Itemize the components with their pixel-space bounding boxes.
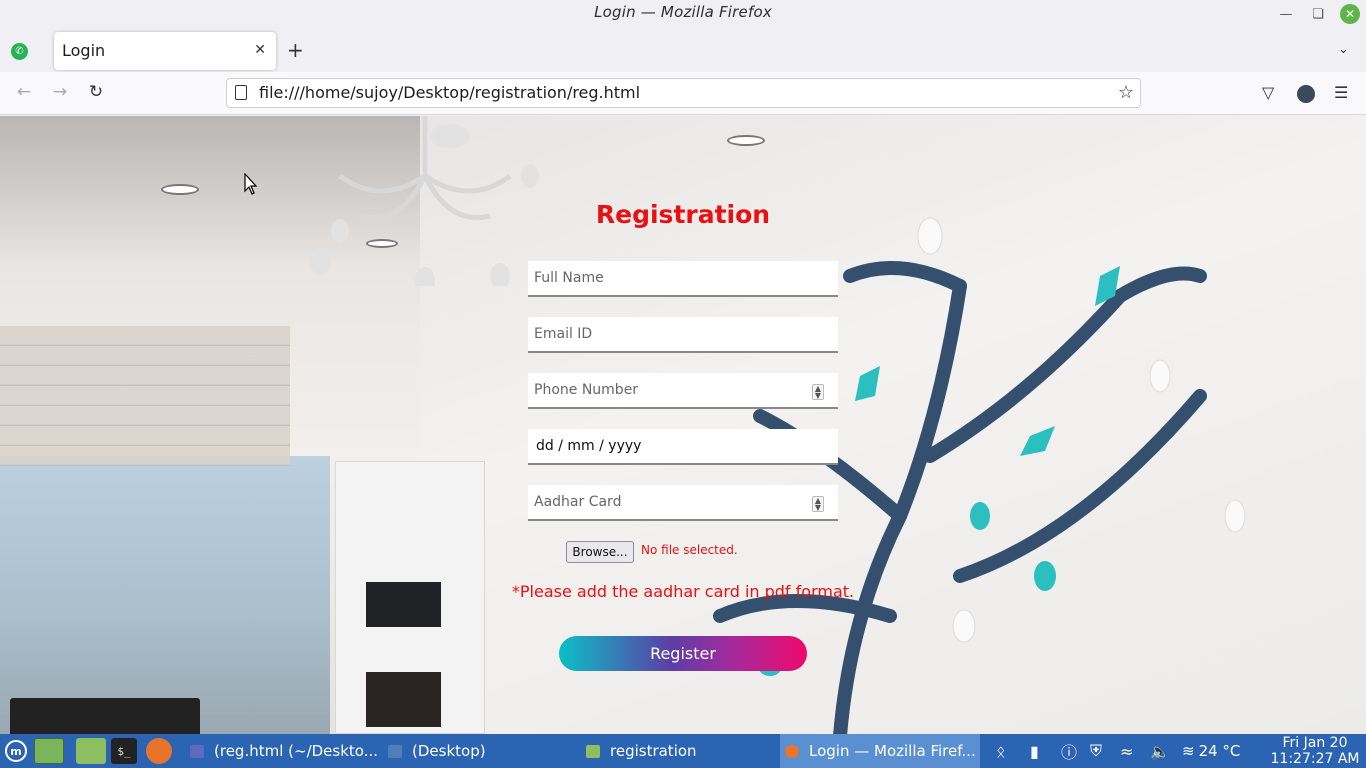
aadhar-field-wrapper: ▲▼	[528, 485, 838, 521]
mouse-cursor-icon	[244, 173, 258, 195]
list-tabs-chevron-icon[interactable]: ⌄	[1338, 42, 1349, 57]
taskbar-item-label: registration	[610, 742, 697, 760]
account-avatar-icon[interactable]	[1297, 85, 1315, 103]
pocket-icon[interactable]: ▽	[1262, 83, 1274, 102]
taskbar-item-label: Login — Mozilla Firef...	[809, 742, 976, 760]
tab-label: Login	[62, 41, 106, 60]
weather-temperature: 24 °C	[1198, 742, 1241, 760]
phone-number-field[interactable]	[528, 373, 838, 409]
weather-icon: ≋	[1182, 742, 1195, 760]
aadhar-format-note: *Please add the aadhar card in pdf forma…	[511, 582, 855, 601]
registration-title: Registration	[595, 200, 771, 229]
tab-login[interactable]: Login ✕	[54, 32, 276, 70]
file-status-text: No file selected.	[641, 543, 738, 557]
back-arrow-icon[interactable]: ←	[13, 82, 35, 102]
text-editor-icon	[190, 744, 204, 758]
bookmark-star-icon[interactable]: ☆	[1118, 82, 1134, 103]
taskbar-item-desktop[interactable]: (Desktop)	[388, 734, 568, 768]
clock-date: Fri Jan 20	[1282, 735, 1348, 751]
register-button[interactable]: Register	[559, 636, 807, 671]
ceiling-light	[727, 135, 765, 146]
whatsapp-icon[interactable]: ✆	[11, 43, 28, 60]
taskbar-item-registration[interactable]: registration	[586, 734, 771, 768]
page-icon	[235, 85, 247, 100]
bluetooth-icon[interactable]: ᛟ	[996, 734, 1006, 768]
window-title: Login — Mozilla Firefox	[594, 3, 772, 21]
maximize-icon[interactable]: ❏	[1308, 4, 1328, 24]
books	[366, 582, 441, 627]
weather-widget[interactable]: ≋ 24 °C	[1182, 734, 1240, 768]
url-text[interactable]: file:///home/sujoy/Desktop/registration/…	[259, 83, 640, 102]
ceiling-light	[161, 184, 199, 195]
url-bar[interactable]: file:///home/sujoy/Desktop/registration/…	[226, 78, 1141, 108]
taskbar-item-label: (Desktop)	[412, 742, 486, 760]
battery-icon[interactable]: ▮	[1030, 734, 1039, 768]
clock-time: 11:27:27 AM	[1270, 751, 1360, 767]
tab-bar: ✆ Login ✕ + ⌄	[0, 28, 1366, 72]
taskbar-item-label: (reg.html (~/Deskto...	[214, 742, 378, 760]
clock[interactable]: Fri Jan 20 11:27:27 AM	[1268, 734, 1362, 767]
shield-icon[interactable]: ⛨	[1090, 734, 1102, 768]
full-name-field[interactable]	[528, 261, 838, 297]
books	[366, 672, 441, 727]
email-field[interactable]	[528, 317, 838, 353]
navigation-bar: ← → ↻ file:///home/sujoy/Desktop/registr…	[0, 72, 1366, 115]
background-bookshelf	[335, 461, 485, 734]
date-of-birth-field[interactable]: dd / mm / yyyy	[528, 429, 838, 465]
hamburger-menu-icon[interactable]: ☰	[1334, 83, 1348, 102]
taskbar: m $_ (reg.html (~/Deskto... (Desktop) re…	[0, 734, 1366, 768]
background-desk	[10, 698, 200, 734]
folder-icon	[586, 744, 600, 758]
new-tab-icon[interactable]: +	[287, 40, 304, 60]
number-spinner-icon[interactable]: ▲ ▼	[812, 496, 824, 512]
terminal-icon[interactable]: $_	[111, 738, 137, 764]
page-content: Registration ▲▼ dd / mm / yyyy ▲▼ Browse…	[0, 116, 1366, 734]
forward-arrow-icon[interactable]: →	[49, 82, 71, 102]
background-window	[0, 456, 330, 734]
taskbar-item-firefox[interactable]: Login — Mozilla Firef...	[780, 734, 980, 768]
show-desktop-icon[interactable]	[34, 738, 64, 764]
folder-icon	[388, 744, 402, 758]
window-titlebar: Login — Mozilla Firefox — ❏ ✕	[0, 0, 1366, 28]
close-tab-icon[interactable]: ✕	[254, 42, 266, 58]
phone-field-wrapper: ▲▼	[528, 373, 838, 409]
volume-icon[interactable]: 🔈	[1150, 734, 1170, 768]
wifi-icon[interactable]: ≈	[1120, 734, 1133, 768]
firefox-icon	[785, 744, 799, 758]
file-manager-icon[interactable]	[76, 738, 106, 764]
background-chandelier	[310, 116, 539, 286]
background-blind	[0, 326, 290, 466]
firefox-icon[interactable]	[146, 738, 172, 764]
close-window-icon[interactable]: ✕	[1340, 4, 1360, 24]
minimize-icon[interactable]: —	[1276, 4, 1296, 24]
number-spinner-icon[interactable]: ▲ ▼	[812, 384, 824, 400]
taskbar-item-editor[interactable]: (reg.html (~/Deskto...	[190, 734, 380, 768]
aadhar-card-field[interactable]	[528, 485, 838, 521]
browse-file-button[interactable]: Browse...	[566, 541, 634, 563]
date-placeholder: dd / mm / yyyy	[536, 438, 642, 454]
reload-icon[interactable]: ↻	[85, 82, 107, 102]
update-manager-icon[interactable]: ⓘ	[1061, 734, 1077, 768]
mint-menu-icon[interactable]: m	[5, 740, 27, 762]
